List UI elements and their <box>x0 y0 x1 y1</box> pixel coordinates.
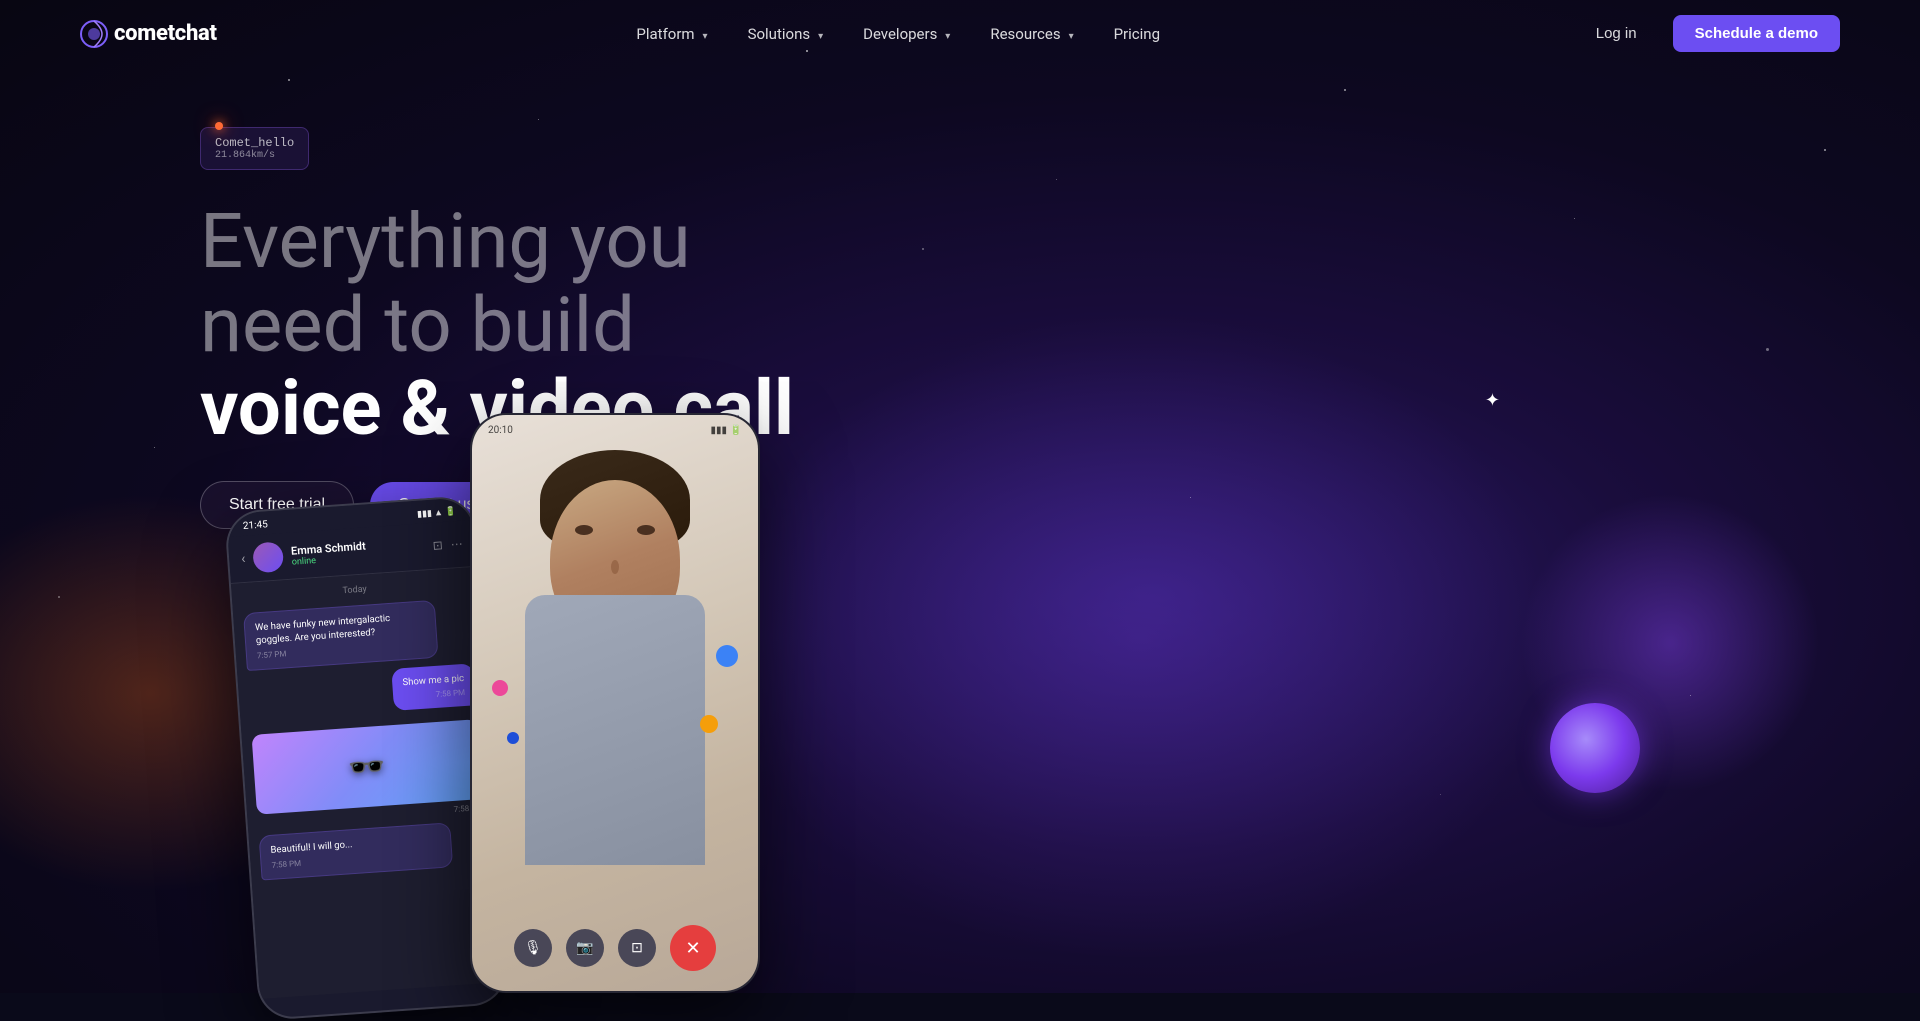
message-image: 🕶️ <box>252 719 483 815</box>
nav-link-resources[interactable]: Resources <box>990 25 1060 43</box>
nav-link-developers[interactable]: Developers <box>863 25 937 43</box>
chat-header-icons: ⊡ ⋯ <box>432 537 463 553</box>
schedule-demo-button[interactable]: Schedule a demo <box>1673 15 1840 52</box>
dot-pink <box>492 680 508 696</box>
video-signal: ▮▮▮ 🔋 <box>711 425 742 436</box>
logo-icon <box>80 20 108 48</box>
end-call-icon: ✕ <box>685 938 700 959</box>
badge-line1: Comet_hello <box>215 136 294 150</box>
nav-link-platform[interactable]: Platform <box>636 25 694 43</box>
camera-icon: 📷 <box>576 940 593 956</box>
nav-link-solutions[interactable]: Solutions <box>748 25 811 43</box>
nav-item-pricing[interactable]: Pricing <box>1114 24 1160 43</box>
nav-actions: Log in Schedule a demo <box>1580 15 1840 52</box>
eye-left <box>575 525 593 535</box>
chevron-down-icon: ▾ <box>818 31 823 42</box>
video-phone: 20:10 ▮▮▮ 🔋 <box>470 413 760 993</box>
nav-links: Platform ▾ Solutions ▾ Developers ▾ Reso… <box>636 24 1160 43</box>
video-frame: 20:10 ▮▮▮ 🔋 <box>472 415 758 991</box>
message-sent-1: Show me a pic 7:58 PM <box>392 663 476 711</box>
video-controls: 🎙 📷 ⊡ ✕ <box>514 925 716 971</box>
screen-share-button[interactable]: ⊡ <box>618 929 656 967</box>
video-time: 20:10 <box>488 425 513 436</box>
chevron-down-icon: ▾ <box>945 31 950 42</box>
person-nose <box>611 560 619 574</box>
message-time: 7:58 PM <box>403 687 465 702</box>
dot-yellow <box>700 715 718 733</box>
mute-button[interactable]: 🎙 <box>514 929 552 967</box>
end-call-button[interactable]: ✕ <box>670 925 716 971</box>
nav-item-solutions[interactable]: Solutions ▾ <box>748 24 824 43</box>
message-received-1: We have funky new intergalactic goggles.… <box>243 600 439 671</box>
video-call-icon[interactable]: ⊡ <box>432 538 443 553</box>
contact-avatar <box>252 541 284 573</box>
dot-blue <box>716 645 738 667</box>
hero-title-line1: Everything you <box>200 200 900 284</box>
nav-link-pricing[interactable]: Pricing <box>1114 25 1160 43</box>
comet-badge: Comet_hello 21.864km/s <box>200 127 309 170</box>
mute-icon: 🎙 <box>524 940 542 956</box>
chat-phone: 21:45 ▮▮▮ ▲ 🔋 ‹ Emma Schmidt online ⊡ ⋯ … <box>224 495 509 1021</box>
chat-body: Today We have funky new intergalactic go… <box>231 567 505 999</box>
chevron-down-icon: ▾ <box>1069 31 1074 42</box>
login-button[interactable]: Log in <box>1580 17 1653 50</box>
chevron-down-icon: ▾ <box>703 31 708 42</box>
sparkle-icon: ✦ <box>1485 390 1500 411</box>
hero-title-line2: need to build <box>200 284 900 368</box>
logo-text: cometchat <box>114 21 217 46</box>
phone-time: 21:45 <box>243 519 269 532</box>
message-sent-container: Show me a pic 7:58 PM 🕶️ 7:58 PM <box>248 663 484 828</box>
eye-right <box>637 525 655 535</box>
video-status-bar: 20:10 ▮▮▮ 🔋 <box>472 425 758 436</box>
purple-orb <box>1550 703 1640 793</box>
logo[interactable]: cometchat <box>80 20 217 48</box>
phones-container: 21:45 ▮▮▮ ▲ 🔋 ‹ Emma Schmidt online ⊡ ⋯ … <box>240 373 940 993</box>
nav-item-developers[interactable]: Developers ▾ <box>863 24 950 43</box>
person-body <box>525 595 705 865</box>
chat-date: Today <box>242 577 468 603</box>
badge-line2: 21.864km/s <box>215 150 294 161</box>
sunglasses-icon: 🕶️ <box>347 748 387 786</box>
dot-dark-blue <box>507 732 519 744</box>
nav-item-platform[interactable]: Platform ▾ <box>636 24 707 43</box>
back-icon[interactable]: ‹ <box>241 551 246 567</box>
camera-button[interactable]: 📷 <box>566 929 604 967</box>
navbar: cometchat Platform ▾ Solutions ▾ Develop… <box>0 0 1920 67</box>
message-received-2: Beautiful! I will go... 7:58 PM <box>259 823 454 881</box>
screen-icon: ⊡ <box>631 940 643 956</box>
signal-icons: ▮▮▮ ▲ 🔋 <box>417 506 457 520</box>
more-icon[interactable]: ⋯ <box>450 537 463 552</box>
nav-item-resources[interactable]: Resources ▾ <box>990 24 1073 43</box>
